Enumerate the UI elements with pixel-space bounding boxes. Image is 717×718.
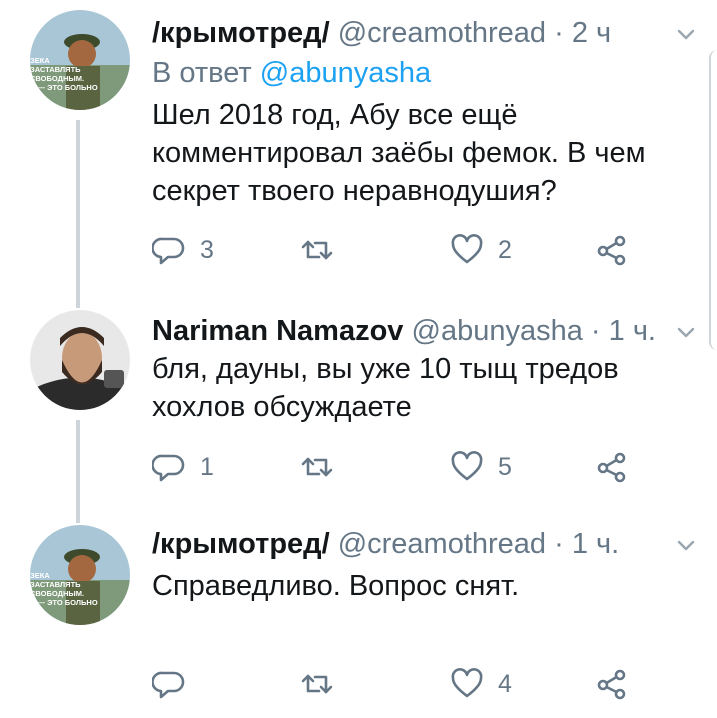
- like-button[interactable]: 4: [450, 666, 512, 702]
- avatar-caption: А — ЭТО БОЛЬНО: [30, 598, 98, 607]
- display-name[interactable]: Nariman Namazov: [152, 315, 403, 347]
- thread-line: [76, 420, 80, 515]
- user-handle[interactable]: @abunyasha: [412, 315, 583, 347]
- like-icon: [451, 451, 483, 481]
- retweet-icon: [301, 674, 333, 694]
- tweet-header: /крымотред/ @creamothread · 1 ч.: [152, 527, 619, 561]
- avatar-caption: ЗАСТАВЛЯТЬ: [30, 580, 81, 589]
- tweet-1[interactable]: ЗЕКА ЗАСТАВЛЯТЬ СВОБОДНЫМ. А — ЭТО БОЛЬН…: [0, 0, 717, 300]
- user-handle[interactable]: @creamothread: [338, 17, 546, 49]
- display-name[interactable]: /крымотред/: [152, 528, 330, 560]
- tweet-text: Шел 2018 год, Абу все ещё комментировал …: [152, 99, 646, 207]
- reply-button[interactable]: 3: [152, 232, 214, 268]
- tweet-actions: 3 2: [152, 232, 642, 268]
- display-name[interactable]: /крымотред/: [152, 17, 330, 49]
- retweet-button[interactable]: [300, 666, 348, 702]
- tweet-text: бля, дауны, вы уже 10 тыщ тредов хохлов …: [152, 353, 619, 423]
- tweet-header: /крымотред/ @creamothread · 2 ч: [152, 16, 611, 50]
- like-count: 5: [498, 452, 512, 481]
- tweet-actions: 4: [152, 666, 642, 702]
- reply-count: 3: [200, 235, 214, 264]
- retweet-button[interactable]: [300, 449, 348, 485]
- tweet-text: Справедливо. Вопрос снят.: [152, 570, 520, 602]
- avatar-caption: СВОБОДНЫМ.: [30, 74, 85, 83]
- thread-line: [76, 120, 80, 300]
- reply-button[interactable]: [152, 666, 200, 702]
- separator: ·: [554, 528, 564, 560]
- timestamp[interactable]: 1 ч.: [609, 315, 656, 347]
- timestamp[interactable]: 2 ч: [572, 17, 611, 49]
- avatar-caption: ЗЕКА: [30, 571, 50, 580]
- chevron-down-icon[interactable]: [676, 539, 696, 553]
- share-button[interactable]: [594, 449, 628, 485]
- like-button[interactable]: 5: [450, 449, 512, 485]
- like-button[interactable]: 2: [450, 232, 512, 268]
- reply-button[interactable]: 1: [152, 449, 214, 485]
- share-icon: [597, 669, 626, 700]
- thread-line: [76, 515, 80, 523]
- share-button[interactable]: [594, 666, 628, 702]
- like-count: 2: [498, 235, 512, 264]
- like-icon: [451, 668, 483, 698]
- retweet-icon: [301, 457, 333, 477]
- share-button[interactable]: [594, 232, 628, 268]
- avatar-caption: СВОБОДНЫМ.: [30, 589, 85, 598]
- reply-icon: [152, 671, 185, 699]
- reply-icon: [152, 454, 185, 482]
- share-icon: [597, 235, 626, 266]
- reply-count: 1: [200, 452, 214, 481]
- reply-context: В ответ @abunyasha: [152, 56, 431, 90]
- tweet-3[interactable]: ЗЕКА ЗАСТАВЛЯТЬ СВОБОДНЫМ. А — ЭТО БОЛЬН…: [0, 515, 717, 718]
- tweet-header: Nariman Namazov @abunyasha · 1 ч.: [152, 314, 656, 348]
- like-icon: [451, 234, 483, 264]
- tweet-2[interactable]: Nariman Namazov @abunyasha · 1 ч. бля, д…: [0, 300, 717, 515]
- retweet-icon: [301, 240, 333, 260]
- chevron-down-icon[interactable]: [676, 28, 696, 42]
- like-count: 4: [498, 669, 512, 698]
- share-icon: [597, 452, 626, 483]
- reply-handle-link[interactable]: @abunyasha: [260, 57, 431, 89]
- tweet-actions: 1 5: [152, 449, 642, 485]
- retweet-button[interactable]: [300, 232, 348, 268]
- separator: ·: [554, 17, 564, 49]
- user-handle[interactable]: @creamothread: [338, 528, 546, 560]
- thread-line: [76, 300, 80, 308]
- chevron-down-icon[interactable]: [676, 326, 696, 340]
- timestamp[interactable]: 1 ч.: [572, 528, 619, 560]
- avatar[interactable]: ЗЕКА ЗАСТАВЛЯТЬ СВОБОДНЫМ. А — ЭТО БОЛЬН…: [30, 10, 130, 110]
- separator: ·: [590, 315, 601, 347]
- reply-prefix: В ответ: [152, 57, 252, 89]
- avatar-caption: ЗЕКА: [30, 56, 50, 65]
- avatar[interactable]: ЗЕКА ЗАСТАВЛЯТЬ СВОБОДНЫМ. А — ЭТО БОЛЬН…: [30, 525, 130, 625]
- avatar-caption: А — ЭТО БОЛЬНО: [30, 83, 98, 92]
- reply-icon: [152, 237, 185, 265]
- avatar[interactable]: [30, 310, 130, 410]
- avatar-caption: ЗАСТАВЛЯТЬ: [30, 65, 81, 74]
